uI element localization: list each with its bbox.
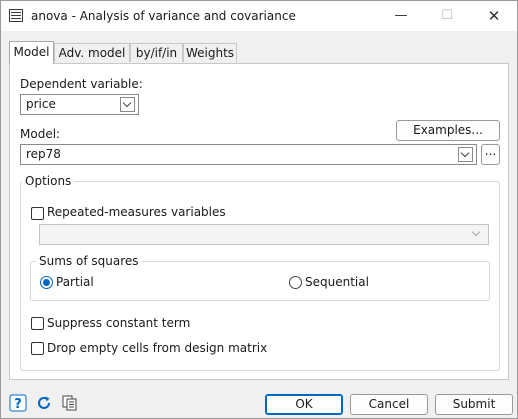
help-icon[interactable]: ? <box>9 394 27 412</box>
browse-button[interactable]: ... <box>481 144 500 165</box>
title-bar: anova - Analysis of variance and covaria… <box>1 1 517 31</box>
tab-model[interactable]: Model <box>9 41 54 64</box>
options-group-title: Options <box>22 174 75 188</box>
minimize-button[interactable]: — <box>378 3 424 29</box>
tab-by-if-in[interactable]: by/if/in <box>130 43 183 62</box>
window-title: anova - Analysis of variance and covaria… <box>31 9 296 23</box>
tab-panel-model: Dependent variable: price Model: Example… <box>9 63 509 380</box>
dialog-window: anova - Analysis of variance and covaria… <box>0 0 518 419</box>
app-icon <box>9 9 23 22</box>
suppress-constant-checkbox[interactable] <box>31 317 44 330</box>
ok-button[interactable]: OK <box>265 394 343 415</box>
sequential-label: Sequential <box>305 275 369 289</box>
tab-adv-model[interactable]: Adv. model <box>54 43 130 62</box>
copy-command-icon[interactable] <box>61 394 79 412</box>
drop-empty-cells-checkbox[interactable] <box>31 342 44 355</box>
drop-empty-cells-label: Drop empty cells from design matrix <box>47 341 268 355</box>
cancel-button[interactable]: Cancel <box>350 394 428 415</box>
tab-weights[interactable]: Weights <box>183 43 237 62</box>
model-combo[interactable]: rep78 <box>20 144 477 165</box>
model-label: Model: <box>20 127 61 141</box>
chevron-down-icon <box>470 227 485 242</box>
partial-radio[interactable] <box>40 276 53 289</box>
maximize-button[interactable]: ☐ <box>424 3 470 29</box>
submit-button[interactable]: Submit <box>435 394 513 415</box>
dependent-variable-value: price <box>26 97 56 111</box>
partial-label: Partial <box>56 275 94 289</box>
examples-button[interactable]: Examples... <box>396 120 500 141</box>
chevron-down-icon[interactable] <box>458 147 473 162</box>
sums-of-squares-title: Sums of squares <box>36 254 142 268</box>
reset-icon[interactable] <box>35 394 53 412</box>
repeated-measures-checkbox[interactable] <box>31 207 44 220</box>
svg-text:?: ? <box>14 397 22 412</box>
model-value: rep78 <box>26 147 61 161</box>
repeated-measures-label: Repeated-measures variables <box>47 205 226 219</box>
sequential-radio[interactable] <box>289 276 302 289</box>
dependent-variable-label: Dependent variable: <box>20 77 143 91</box>
repeated-measures-combo <box>39 224 489 245</box>
chevron-down-icon[interactable] <box>120 97 135 112</box>
close-button[interactable]: ✕ <box>471 3 517 29</box>
dependent-variable-combo[interactable]: price <box>20 94 139 115</box>
suppress-constant-label: Suppress constant term <box>47 316 191 330</box>
